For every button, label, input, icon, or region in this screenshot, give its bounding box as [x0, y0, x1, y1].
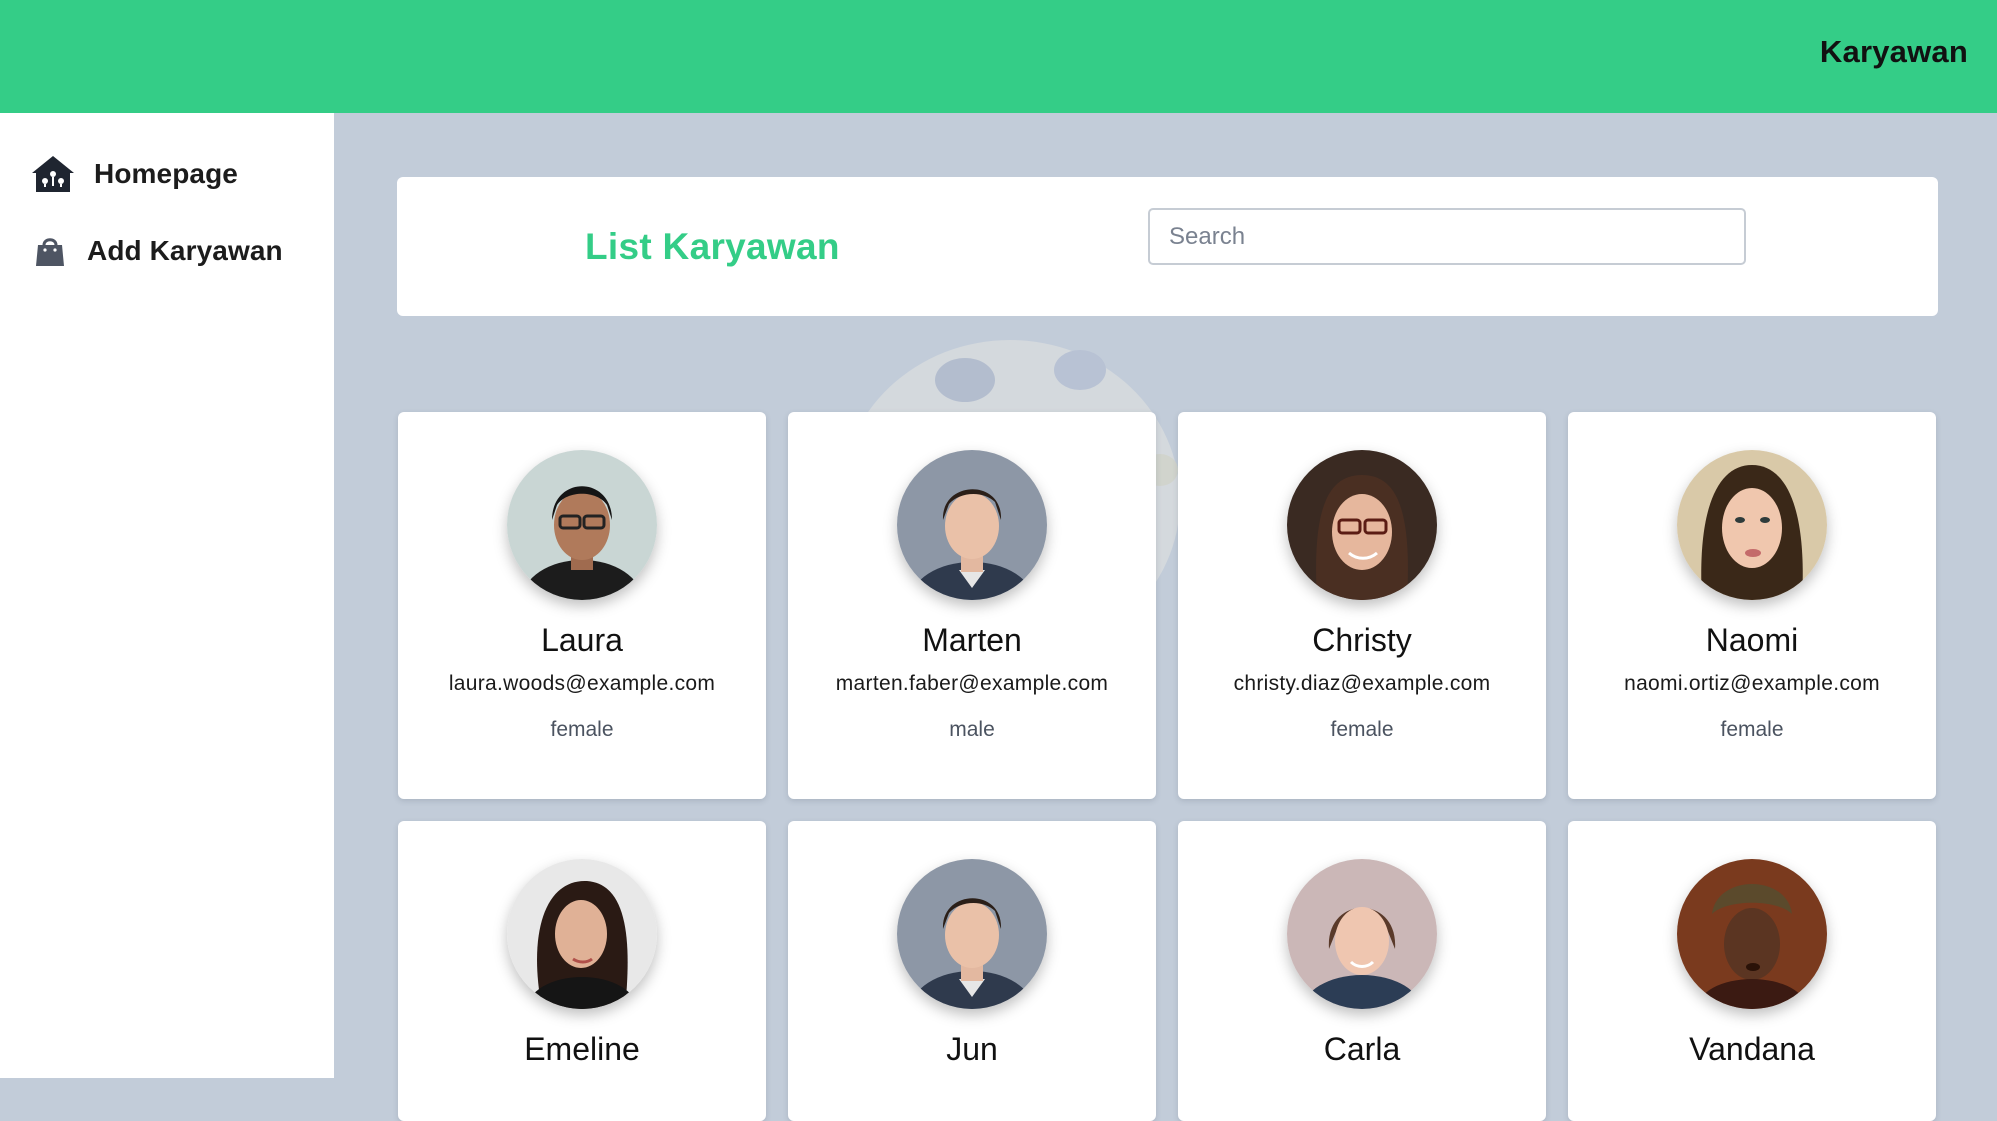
- employee-card[interactable]: Marten marten.faber@example.com male: [788, 412, 1156, 799]
- employee-name: Vandana: [1689, 1031, 1815, 1067]
- avatar: [1287, 450, 1437, 600]
- avatar: [507, 450, 657, 600]
- sidebar-item-homepage[interactable]: Homepage: [30, 154, 238, 194]
- avatar: [897, 859, 1047, 1009]
- avatar: [1677, 859, 1827, 1009]
- employee-name: Carla: [1323, 1031, 1401, 1067]
- employee-name: Emeline: [524, 1031, 640, 1067]
- employee-email: christy.diaz@example.com: [1233, 672, 1491, 695]
- sidebar-item-label: Homepage: [94, 158, 238, 189]
- employee-email: naomi.ortiz@example.com: [1624, 672, 1880, 695]
- brand-title[interactable]: Karyawan: [1820, 34, 1968, 70]
- avatar: [507, 859, 657, 1009]
- employee-name: Naomi: [1705, 622, 1799, 658]
- employee-card[interactable]: Laura laura.woods@example.com female: [398, 412, 766, 799]
- list-header-panel: List Karyawan: [397, 177, 1938, 316]
- employee-card[interactable]: Christy christy.diaz@example.com female: [1178, 412, 1546, 799]
- sidebar-item-label: Add Karyawan: [87, 235, 283, 266]
- employee-gender: female: [1720, 718, 1784, 741]
- avatar: [1287, 859, 1437, 1009]
- house-icon: [30, 154, 76, 194]
- employee-name: Jun: [946, 1031, 998, 1067]
- avatar: [1677, 450, 1827, 600]
- employee-card[interactable]: Jun: [788, 821, 1156, 1121]
- employee-email: laura.woods@example.com: [448, 672, 716, 695]
- sidebar-item-add-karyawan[interactable]: Add Karyawan: [33, 234, 283, 268]
- employee-gender: male: [949, 718, 995, 741]
- employee-card[interactable]: Naomi naomi.ortiz@example.com female: [1568, 412, 1936, 799]
- avatar: [897, 450, 1047, 600]
- search-input[interactable]: [1148, 208, 1746, 265]
- employee-gender: female: [1330, 718, 1394, 741]
- employee-name: Laura: [541, 622, 623, 658]
- bag-icon: [33, 234, 67, 268]
- employee-gender: female: [550, 718, 614, 741]
- employee-card[interactable]: Emeline: [398, 821, 766, 1121]
- employee-email: marten.faber@example.com: [835, 672, 1109, 695]
- sidebar: Homepage Add Karyawan: [0, 113, 334, 1078]
- employee-name: Christy: [1312, 622, 1412, 658]
- top-navbar: Karyawan: [0, 0, 1997, 113]
- employee-name: Marten: [922, 622, 1022, 658]
- page-title: List Karyawan: [585, 226, 840, 267]
- employee-card[interactable]: Vandana: [1568, 821, 1936, 1121]
- employee-card[interactable]: Carla: [1178, 821, 1546, 1121]
